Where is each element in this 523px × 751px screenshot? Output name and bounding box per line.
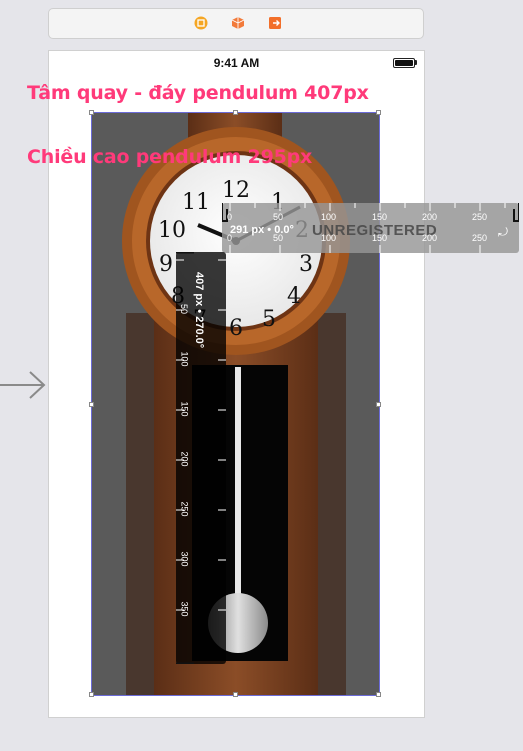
h-tick-bottom-0: 0 (227, 233, 233, 243)
svg-text:5: 5 (262, 307, 276, 332)
svg-text:6: 6 (229, 316, 243, 341)
resize-handle-bottom-right[interactable] (376, 692, 381, 697)
h-tick-bottom-250: 250 (472, 233, 488, 243)
battery-tip (415, 60, 417, 65)
ruler-rotate-icon[interactable]: ⤾ (498, 225, 508, 240)
h-tick-top-0: 0 (227, 212, 233, 222)
v-tick-250: 250 (179, 501, 190, 517)
vertical-ruler[interactable]: 407 px • 270.0° 50 100 150 200 250 300 3… (176, 252, 226, 664)
annotation-pivot-to-bottom: Tâm quay - đáy pendulum 407px (27, 82, 369, 104)
battery-icon (393, 58, 415, 68)
scene-dock (48, 8, 424, 39)
vertical-ruler-readout: 407 px • 270.0° (193, 272, 205, 349)
h-tick-bottom-200: 200 (422, 233, 438, 243)
svg-text:12: 12 (222, 178, 250, 203)
h-tick-top-200: 200 (422, 212, 438, 222)
h-tick-top-100: 100 (321, 212, 337, 222)
annotation-pendulum-height: Chiều cao pendulum 295px (27, 146, 313, 168)
horizontal-ruler-readout: 291 px • 0.0° (230, 224, 294, 236)
wall-clock-image: 12 1 2 3 4 5 6 7 8 9 10 11 (122, 113, 350, 695)
h-tick-bottom-150: 150 (372, 233, 388, 243)
exit-icon[interactable] (268, 16, 282, 30)
v-tick-350: 350 (179, 601, 190, 617)
storyboard-entry-arrow (0, 371, 46, 399)
svg-text:11: 11 (182, 190, 210, 215)
h-tick-top-250: 250 (472, 212, 488, 222)
svg-text:10: 10 (158, 218, 186, 243)
h-tick-top-50: 50 (273, 212, 284, 222)
h-tick-bottom-100: 100 (321, 233, 337, 243)
v-tick-50: 50 (179, 303, 190, 315)
h-tick-top-150: 150 (372, 212, 388, 222)
v-tick-200: 200 (179, 451, 190, 467)
h-tick-bottom-50: 50 (273, 233, 284, 243)
v-tick-150: 150 (179, 401, 190, 417)
resize-handle-right[interactable] (376, 402, 381, 407)
v-tick-100: 100 (179, 351, 190, 367)
horizontal-ruler[interactable]: 0 50 100 150 200 250 UNREGISTERED 291 px… (222, 203, 519, 253)
image-view-selected[interactable]: 12 1 2 3 4 5 6 7 8 9 10 11 (89, 110, 381, 697)
svg-text:3: 3 (299, 252, 313, 277)
view-controller-icon[interactable] (194, 16, 208, 30)
resize-handle-left[interactable] (89, 402, 94, 407)
svg-text:9: 9 (159, 252, 173, 277)
resize-handle-top[interactable] (233, 110, 238, 115)
resize-handle-top-left[interactable] (89, 110, 94, 115)
resize-handle-bottom[interactable] (233, 692, 238, 697)
status-bar-time: 9:41 AM (213, 56, 260, 70)
svg-text:4: 4 (287, 284, 301, 309)
v-tick-300: 300 (179, 551, 190, 567)
resize-handle-top-right[interactable] (376, 110, 381, 115)
resize-handle-bottom-left[interactable] (89, 692, 94, 697)
first-responder-icon[interactable] (231, 16, 245, 30)
